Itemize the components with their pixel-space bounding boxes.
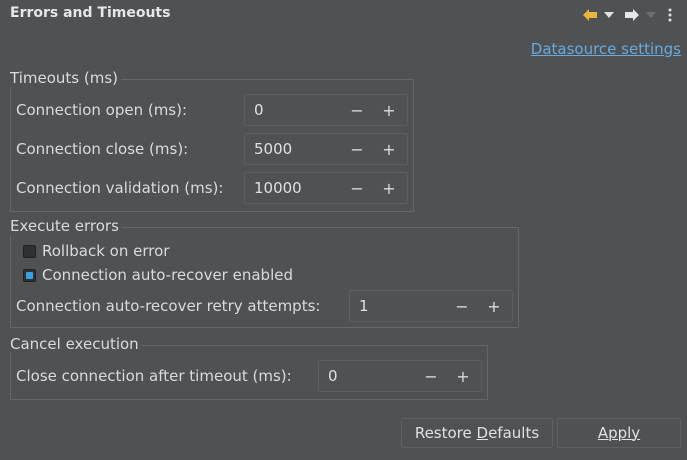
minus-icon: −: [350, 139, 364, 159]
increment-button[interactable]: +: [453, 366, 473, 386]
checkbox-box-checked[interactable]: [23, 268, 36, 282]
plus-icon: +: [487, 296, 501, 316]
toolbar: [577, 6, 677, 24]
rollback-on-error-checkbox[interactable]: Rollback on error: [23, 241, 169, 261]
connection-validation-value[interactable]: 10000: [254, 179, 302, 197]
checkbox-box[interactable]: [23, 244, 36, 258]
restore-defaults-button[interactable]: Restore Defaults: [401, 418, 553, 448]
execute-errors-legend: Execute errors: [10, 217, 122, 235]
increment-button[interactable]: +: [379, 139, 399, 159]
close-after-timeout-spinner[interactable]: 0 − +: [318, 360, 482, 392]
restore-defaults-label: Restore Defaults: [414, 424, 540, 442]
connection-open-label: Connection open (ms):: [16, 101, 188, 119]
retry-attempts-label: Connection auto-recover retry attempts:: [16, 297, 321, 315]
increment-button[interactable]: +: [379, 178, 399, 198]
arrow-left-icon: [583, 9, 597, 21]
auto-recover-checkbox[interactable]: Connection auto-recover enabled: [23, 265, 293, 285]
forward-button[interactable]: [623, 6, 641, 24]
back-button[interactable]: [581, 6, 599, 24]
plus-icon: +: [456, 366, 470, 386]
connection-validation-spinner[interactable]: 10000 − +: [244, 172, 408, 204]
minus-icon: −: [350, 178, 364, 198]
connection-close-value[interactable]: 5000: [254, 140, 292, 158]
minus-icon: −: [350, 100, 364, 120]
increment-button[interactable]: +: [379, 100, 399, 120]
minus-icon: −: [455, 296, 469, 316]
plus-icon: +: [382, 139, 396, 159]
decrement-button[interactable]: −: [421, 366, 441, 386]
decrement-button[interactable]: −: [347, 100, 367, 120]
auto-recover-label: Connection auto-recover enabled: [42, 266, 293, 284]
chevron-down-icon: [646, 12, 656, 18]
decrement-button[interactable]: −: [347, 178, 367, 198]
connection-open-spinner[interactable]: 0 − +: [244, 94, 408, 126]
connection-open-value[interactable]: 0: [254, 101, 264, 119]
page-title: Errors and Timeouts: [10, 5, 171, 21]
back-history-dropdown[interactable]: [603, 6, 615, 24]
rollback-on-error-label: Rollback on error: [42, 242, 170, 260]
apply-label: Apply: [597, 424, 641, 442]
timeouts-legend: Timeouts (ms): [10, 69, 121, 87]
connection-close-spinner[interactable]: 5000 − +: [244, 133, 408, 165]
arrow-right-icon: [625, 9, 639, 21]
forward-history-dropdown[interactable]: [645, 6, 657, 24]
increment-button[interactable]: +: [484, 296, 504, 316]
decrement-button[interactable]: −: [347, 139, 367, 159]
close-after-timeout-label: Close connection after timeout (ms):: [16, 367, 292, 385]
datasource-settings-link[interactable]: Datasource settings: [531, 40, 681, 58]
decrement-button[interactable]: −: [452, 296, 472, 316]
minus-icon: −: [424, 366, 438, 386]
more-vertical-icon: [668, 8, 672, 22]
chevron-down-icon: [604, 12, 614, 18]
apply-button[interactable]: Apply: [557, 418, 681, 448]
more-options-button[interactable]: [665, 6, 675, 24]
plus-icon: +: [382, 100, 396, 120]
retry-attempts-value[interactable]: 1: [359, 297, 369, 315]
retry-attempts-spinner[interactable]: 1 − +: [349, 290, 513, 322]
connection-close-label: Connection close (ms):: [16, 140, 189, 158]
close-after-timeout-value[interactable]: 0: [328, 367, 338, 385]
plus-icon: +: [382, 178, 396, 198]
cancel-execution-legend: Cancel execution: [10, 335, 142, 353]
connection-validation-label: Connection validation (ms):: [16, 179, 224, 197]
